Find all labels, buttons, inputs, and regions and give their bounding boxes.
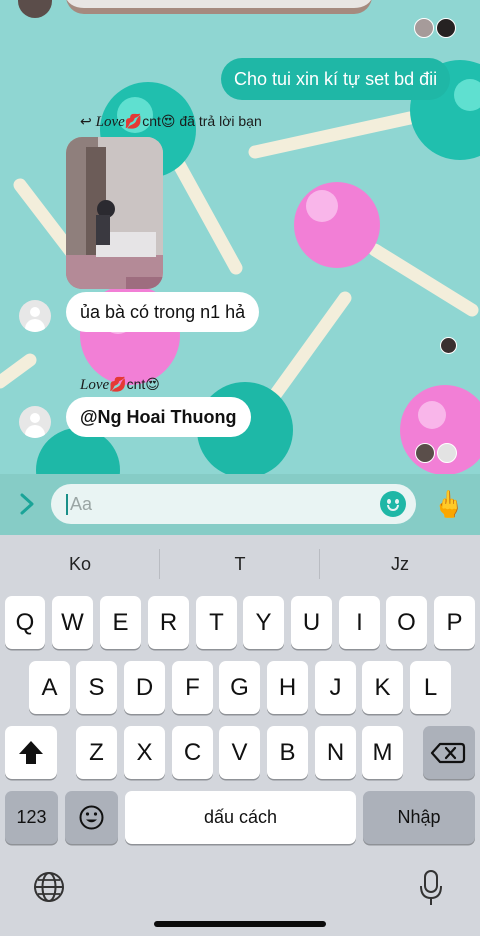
outgoing-message[interactable]: Cho tui xin kí tự set bd đii xyxy=(221,58,451,100)
suggestion-bar: Ko T Jz xyxy=(0,535,480,593)
photo-thumbnail xyxy=(66,137,163,289)
backspace-icon xyxy=(430,742,466,764)
read-avatar xyxy=(436,18,456,38)
key-p[interactable]: P xyxy=(434,596,475,649)
sender-name: Love💋cnt😍 xyxy=(80,376,160,394)
chat-thread: Cho tui xin kí tự set bd đii ↩ Love💋cnt😍… xyxy=(0,0,480,474)
emoji-icon xyxy=(79,805,104,830)
key-d[interactable]: D xyxy=(124,661,165,714)
read-avatar xyxy=(414,18,434,38)
return-key[interactable]: Nhập xyxy=(363,791,475,844)
read-avatar xyxy=(437,443,457,463)
key-b[interactable]: B xyxy=(267,726,308,779)
space-key[interactable]: dấu cách xyxy=(125,791,356,844)
incoming-message[interactable]: @Ng Hoai Thuong xyxy=(66,397,251,437)
chevron-right-icon[interactable] xyxy=(14,491,40,517)
key-z[interactable]: Z xyxy=(76,726,117,779)
shift-key[interactable] xyxy=(5,726,57,779)
reply-indicator: ↩ Love💋cnt😍 đã trả lời bạn xyxy=(80,113,262,131)
key-j[interactable]: J xyxy=(315,661,356,714)
key-o[interactable]: O xyxy=(386,596,427,649)
previous-message-bubble[interactable] xyxy=(66,0,372,14)
key-r[interactable]: R xyxy=(148,596,189,649)
key-y[interactable]: Y xyxy=(243,596,284,649)
message-placeholder: Aa xyxy=(70,494,93,514)
key-h[interactable]: H xyxy=(267,661,308,714)
reply-action: đã trả lời bạn xyxy=(179,113,262,129)
key-m[interactable]: M xyxy=(362,726,403,779)
emoji-key[interactable] xyxy=(65,791,118,844)
reply-sender-fancy: Love xyxy=(95,114,125,130)
key-x[interactable]: X xyxy=(124,726,165,779)
message-input[interactable]: Aa xyxy=(51,484,416,524)
key-g[interactable]: G xyxy=(219,661,260,714)
text-caret xyxy=(66,494,68,515)
reply-arrow-icon: ↩ xyxy=(80,113,92,129)
key-l[interactable]: L xyxy=(410,661,451,714)
quick-reaction-button[interactable]: 🖕 xyxy=(432,486,466,522)
key-v[interactable]: V xyxy=(219,726,260,779)
read-receipts xyxy=(415,443,457,463)
message-composer: Aa 🖕 xyxy=(0,474,480,535)
key-i[interactable]: I xyxy=(339,596,380,649)
key-q[interactable]: Q xyxy=(5,596,45,649)
key-c[interactable]: C xyxy=(172,726,213,779)
key-f[interactable]: F xyxy=(172,661,213,714)
suggestion-item[interactable]: Jz xyxy=(320,535,480,593)
suggestion-item[interactable]: Ko xyxy=(0,535,160,593)
sender-name-suffix: 💋cnt😍 xyxy=(109,376,160,392)
keyboard: Ko T Jz Q W E R T Y U I O P A S D F G H … xyxy=(0,535,480,936)
smiley-icon[interactable] xyxy=(380,491,406,517)
key-t[interactable]: T xyxy=(196,596,237,649)
shift-icon xyxy=(19,741,43,764)
sender-avatar[interactable] xyxy=(19,406,51,438)
globe-icon[interactable] xyxy=(32,870,66,904)
key-e[interactable]: E xyxy=(100,596,141,649)
sender-avatar[interactable] xyxy=(19,300,51,332)
key-u[interactable]: U xyxy=(291,596,332,649)
read-avatar xyxy=(415,443,435,463)
key-a[interactable]: A xyxy=(29,661,70,714)
key-s[interactable]: S xyxy=(76,661,117,714)
read-receipts xyxy=(414,18,456,38)
key-n[interactable]: N xyxy=(315,726,356,779)
mic-icon[interactable] xyxy=(418,869,444,907)
sender-name-fancy: Love xyxy=(80,377,110,393)
replied-photo[interactable] xyxy=(66,137,163,289)
incoming-message[interactable]: ủa bà có trong n1 hả xyxy=(66,292,260,332)
read-avatar xyxy=(440,337,457,354)
key-k[interactable]: K xyxy=(362,661,403,714)
numbers-key[interactable]: 123 xyxy=(5,791,58,844)
reply-sender-suffix: 💋cnt😍 xyxy=(124,113,176,129)
suggestion-item[interactable]: T xyxy=(160,535,320,593)
backspace-key[interactable] xyxy=(423,726,475,779)
key-w[interactable]: W xyxy=(52,596,93,649)
home-indicator xyxy=(154,921,326,927)
